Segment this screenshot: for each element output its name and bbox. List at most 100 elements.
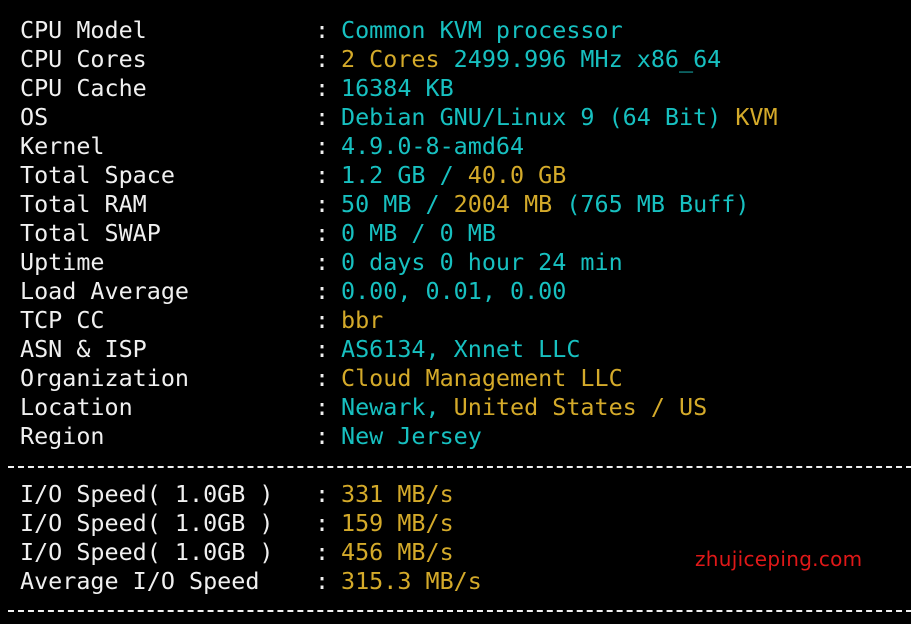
info-row-region: Region: New Jersey <box>20 422 900 451</box>
info-row-total-space: Total Space:1.2 GB / 40.0 GB <box>20 161 900 190</box>
row-label: Location <box>20 393 133 421</box>
row-separator: : <box>315 480 330 508</box>
info-row-cpu-model: CPU Model: Common KVM processor <box>20 16 900 45</box>
row-value: bbr <box>341 306 383 335</box>
row-value: 456 MB/s <box>341 538 454 567</box>
dashed-separator-bottom <box>8 595 911 624</box>
info-row-load-average: Load Average:0.00, 0.01, 0.00 <box>20 277 900 306</box>
info-row-location: Location: Newark, United States / US <box>20 393 900 422</box>
row-label: Total Space <box>20 161 175 189</box>
value-segment: 2004 MB <box>453 190 567 218</box>
row-value: Cloud Management LLC <box>341 364 623 393</box>
row-separator: : <box>315 16 330 44</box>
value-segment: 159 MB/s <box>341 509 454 537</box>
value-segment: Common KVM processor <box>341 16 623 44</box>
row-value: 50 MB / 2004 MB (765 MB Buff) <box>341 190 749 219</box>
row-label: Total RAM <box>20 190 147 218</box>
row-value: 1.2 GB / 40.0 GB <box>341 161 566 190</box>
value-segment: KVM <box>735 103 778 131</box>
value-segment: Cloud Management LLC <box>341 364 623 392</box>
row-value: Newark, United States / US <box>341 393 707 422</box>
value-segment: 4.9.0-8-amd64 <box>341 132 525 160</box>
value-segment: (765 MB Buff) <box>566 190 750 218</box>
info-row-asn-isp: ASN & ISP: AS6134, Xnnet LLC <box>20 335 900 364</box>
row-separator: : <box>315 364 330 392</box>
value-segment: bbr <box>341 306 384 334</box>
row-value: Common KVM processor <box>341 16 623 45</box>
info-row-i-o-speed-1-0gb-1: I/O Speed( 1.0GB ):159 MB/s <box>20 509 900 538</box>
row-label: CPU Cache <box>20 74 147 102</box>
row-separator: : <box>315 538 330 566</box>
info-row-os: OS: Debian GNU/Linux 9 (64 Bit) KVM <box>20 103 900 132</box>
row-separator: : <box>315 393 330 421</box>
row-separator: : <box>315 509 330 537</box>
row-separator: : <box>315 567 330 595</box>
value-segment: 315.3 MB/s <box>341 567 482 595</box>
value-segment: Debian GNU/Linux 9 (64 Bit) <box>341 103 736 131</box>
row-value: 16384 KB <box>341 74 454 103</box>
info-row-organization: Organization: Cloud Management LLC <box>20 364 900 393</box>
row-label: I/O Speed( 1.0GB ) <box>20 509 274 537</box>
info-row-cpu-cores: CPU Cores:2 Cores 2499.996 MHz x86_64 <box>20 45 900 74</box>
value-segment: 50 MB / <box>341 190 454 218</box>
value-segment: 0.00, 0.01, 0.00 <box>341 277 567 305</box>
value-segment: 1.2 GB / <box>341 161 468 189</box>
info-row-total-swap: Total SWAP:0 MB / 0 MB <box>20 219 900 248</box>
value-segment: 2 Cores <box>341 45 454 73</box>
row-label: Total SWAP <box>20 219 161 247</box>
row-label: Load Average <box>20 277 189 305</box>
row-label: Organization <box>20 364 189 392</box>
row-separator: : <box>315 422 330 450</box>
row-separator: : <box>315 161 330 189</box>
row-value: 2 Cores 2499.996 MHz x86_64 <box>341 45 721 74</box>
row-label: Region <box>20 422 105 450</box>
row-value: Debian GNU/Linux 9 (64 Bit) KVM <box>341 103 778 132</box>
row-separator: : <box>315 45 330 73</box>
row-label: Uptime <box>20 248 105 276</box>
row-value: 315.3 MB/s <box>341 567 482 596</box>
row-label: Kernel <box>20 132 105 160</box>
terminal-output: CPU Model: Common KVM processor CPU Cores:… <box>8 16 911 596</box>
row-value: AS6134, Xnnet LLC <box>341 335 580 364</box>
value-segment: Newark, <box>341 393 454 421</box>
value-segment: AS6134, Xnnet LLC <box>341 335 581 363</box>
row-separator: : <box>315 277 330 305</box>
row-label: CPU Model <box>20 16 147 44</box>
value-segment: 331 MB/s <box>341 480 454 508</box>
row-separator: : <box>315 306 330 334</box>
row-value: 159 MB/s <box>341 509 454 538</box>
row-separator: : <box>315 248 330 276</box>
io-speed-block: I/O Speed( 1.0GB ):331 MB/s I/O Speed( 1.… <box>20 480 900 596</box>
row-separator: : <box>315 132 330 160</box>
row-value: 331 MB/s <box>341 480 454 509</box>
system-info-block: CPU Model: Common KVM processor CPU Cores:… <box>20 16 900 451</box>
info-row-uptime: Uptime:0 days 0 hour 24 min <box>20 248 900 277</box>
value-segment: 16384 KB <box>341 74 454 102</box>
row-label: Average I/O Speed <box>20 567 260 595</box>
value-segment: United States / US <box>453 393 708 421</box>
value-segment: 456 MB/s <box>341 538 454 566</box>
row-label: TCP CC <box>20 306 105 334</box>
value-segment: 40.0 GB <box>467 161 567 189</box>
row-separator: : <box>315 219 330 247</box>
info-row-kernel: Kernel:4.9.0-8-amd64 <box>20 132 900 161</box>
row-label: I/O Speed( 1.0GB ) <box>20 480 274 508</box>
row-separator: : <box>315 190 330 218</box>
info-row-cpu-cache: CPU Cache:16384 KB <box>20 74 900 103</box>
row-value: 0.00, 0.01, 0.00 <box>341 277 566 306</box>
row-value: New Jersey <box>341 422 482 451</box>
info-row-tcp-cc: TCP CC: bbr <box>20 306 900 335</box>
row-separator: : <box>315 335 330 363</box>
dashed-separator <box>8 451 911 480</box>
row-separator: : <box>315 74 330 102</box>
row-label: OS <box>20 103 49 131</box>
watermark-text: zhujiceping.com <box>695 547 863 571</box>
info-row-total-ram: Total RAM:50 MB / 2004 MB (765 MB Buff) <box>20 190 900 219</box>
row-separator: : <box>315 103 330 131</box>
info-row-i-o-speed-1-0gb-0: I/O Speed( 1.0GB ):331 MB/s <box>20 480 900 509</box>
row-value: 4.9.0-8-amd64 <box>341 132 524 161</box>
value-segment: New Jersey <box>341 422 482 450</box>
row-value: 0 MB / 0 MB <box>341 219 496 248</box>
row-label: ASN & ISP <box>20 335 147 363</box>
row-label: I/O Speed( 1.0GB ) <box>20 538 274 566</box>
